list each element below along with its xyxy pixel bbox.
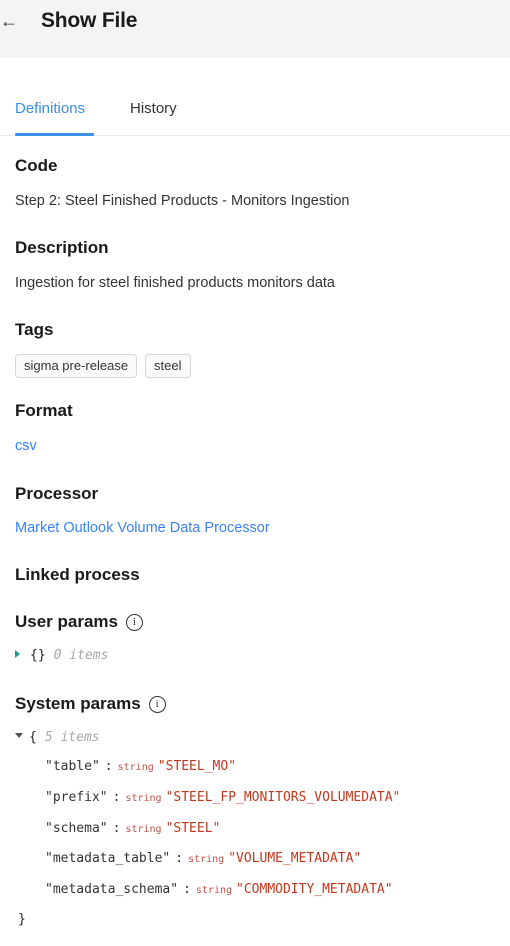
page-title: Show File (41, 9, 138, 32)
json-colon: : (175, 851, 184, 866)
json-brace: {} (30, 648, 46, 663)
expand-caret-icon[interactable] (15, 650, 20, 658)
processor-link[interactable]: Market Outlook Volume Data Processor (15, 520, 270, 536)
json-type: string (195, 885, 233, 896)
system-params-heading: System params i (15, 694, 166, 714)
tag-chip: steel (145, 354, 191, 378)
tag-chip: sigma pre-release (15, 354, 138, 378)
json-colon: : (183, 882, 191, 897)
json-close-line: } (18, 912, 26, 927)
back-button[interactable]: ← (0, 10, 20, 32)
format-heading: Format (15, 401, 73, 420)
format-link[interactable]: csv (15, 438, 37, 454)
json-close-brace: } (18, 912, 26, 927)
json-key: "metadata_table" (45, 851, 171, 866)
json-key: "prefix" (45, 790, 108, 805)
json-type: string (125, 793, 162, 804)
json-root-expanded: {5 items (15, 730, 100, 745)
json-value: "STEEL" (165, 821, 221, 836)
json-key: "schema" (45, 821, 108, 836)
json-entry: "table": string "STEEL_MO" (45, 759, 236, 774)
json-colon: : (112, 821, 121, 836)
json-colon: : (112, 790, 121, 805)
info-icon[interactable]: i (126, 613, 144, 631)
description-heading: Description (15, 238, 109, 257)
json-item-count: 0 items (53, 648, 109, 663)
json-type: string (125, 824, 162, 835)
json-entry: "metadata_table": string "VOLUME_METADATA" (45, 851, 361, 866)
tab-history[interactable]: History (130, 100, 177, 129)
json-root-collapsed: {} 0 items (15, 648, 108, 663)
json-key: "table" (45, 759, 100, 774)
tag-list: sigma pre-release steel (15, 354, 191, 378)
tags-heading: Tags (15, 320, 54, 339)
json-value: "STEEL_MO" (157, 759, 237, 774)
active-tab-indicator (15, 133, 94, 136)
json-open-brace: { (29, 730, 37, 745)
info-icon[interactable]: i (148, 695, 166, 713)
linked-process-heading: Linked process (15, 565, 140, 584)
json-entry: "prefix": string "STEEL_FP_MONITORS_VOLUME… (45, 790, 400, 805)
description-value: Ingestion for steel finished products mo… (15, 275, 335, 291)
json-entry: "schema": string "STEEL" (45, 821, 220, 836)
user-params-heading: User params i (15, 612, 144, 632)
code-heading: Code (15, 156, 58, 175)
json-colon: : (104, 759, 113, 774)
tab-definitions[interactable]: Definitions (15, 100, 85, 129)
json-value: "STEEL_FP_MONITORS_VOLUMEDATA" (165, 790, 401, 805)
json-type: string (117, 762, 154, 773)
arrow-left-icon: ← (0, 10, 18, 31)
collapse-caret-icon[interactable] (15, 733, 23, 738)
tab-bar: Definitions History (0, 94, 510, 136)
system-params-label: System params (15, 694, 141, 713)
json-type: string (188, 854, 225, 865)
json-value: "COMMODITY_METADATA" (236, 882, 393, 897)
json-value: "VOLUME_METADATA" (228, 851, 362, 866)
user-params-label: User params (15, 612, 119, 631)
processor-heading: Processor (15, 484, 99, 503)
code-value: Step 2: Steel Finished Products - Monito… (15, 193, 350, 209)
json-entry: "metadata_schema": string "COMMODITY_METAD… (45, 882, 393, 897)
page-header: ← Show File (0, 0, 510, 58)
json-item-count: 5 items (44, 730, 100, 745)
json-key: "metadata_schema" (45, 882, 179, 897)
